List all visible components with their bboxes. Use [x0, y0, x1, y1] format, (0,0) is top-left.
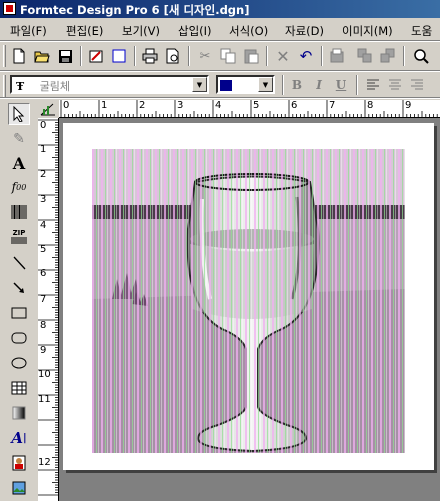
vertical-ruler[interactable]: 0 1 2 3 4 5 6 7 8 9 10 11 12	[38, 118, 59, 501]
ruler-ticks	[60, 100, 438, 117]
ruler-mark: 7	[40, 294, 47, 305]
bold-button[interactable]: B	[288, 76, 306, 94]
align-center-icon[interactable]	[386, 76, 404, 94]
rectangle-tool-icon[interactable]	[8, 302, 30, 324]
italic-button[interactable]: I	[310, 76, 328, 94]
print-icon[interactable]	[140, 46, 160, 66]
menu-help[interactable]: 도움	[411, 23, 432, 39]
ruler-mark: 6	[291, 100, 298, 111]
save-icon[interactable]	[55, 46, 75, 66]
align-right-icon[interactable]	[408, 76, 426, 94]
truetype-icon: Ŧ	[16, 80, 25, 93]
ruler-mark: 7	[329, 100, 336, 111]
barcode-tool-icon[interactable]	[8, 201, 30, 223]
ruler-mark: 12	[38, 457, 51, 468]
menu-file[interactable]: 파일(F)	[10, 23, 47, 39]
ruler-corner[interactable]	[38, 100, 59, 118]
ruler-mark: 2	[40, 169, 47, 180]
chevron-down-icon[interactable]: ▼	[258, 77, 273, 92]
ruler-mark: 9	[40, 345, 47, 356]
menu-bar: 파일(F) 편집(E) 보기(V) 삽입(I) 서식(O) 자료(D) 이미지(…	[0, 20, 440, 39]
title-bar: Formtec Design Pro 6 [새 디자인.dgn]	[0, 0, 440, 18]
select-tool-icon[interactable]	[8, 103, 30, 125]
ruler-mark: 5	[253, 100, 260, 111]
menu-image[interactable]: 이미지(M)	[342, 23, 393, 39]
menu-format[interactable]: 서식(O)	[229, 23, 268, 39]
ruler-mark: 5	[40, 244, 47, 255]
toolbar-grip[interactable]	[3, 75, 6, 97]
group-icon[interactable]	[355, 46, 375, 66]
label-page[interactable]	[63, 123, 434, 470]
chevron-down-icon[interactable]: ▼	[192, 77, 207, 92]
ruler-mark: 0	[40, 120, 47, 131]
font-size-value	[220, 78, 232, 91]
menu-data[interactable]: 자료(D)	[285, 23, 324, 39]
cut-icon[interactable]: ✂	[195, 46, 215, 66]
line-tool-icon[interactable]	[8, 252, 30, 274]
ruler-mark: 11	[38, 394, 51, 405]
ruler-mark: 8	[40, 320, 47, 331]
horizontal-ruler[interactable]: 0 1 2 3 4 5 6 7 8 9	[59, 100, 440, 118]
paste-icon[interactable]	[241, 46, 261, 66]
ruler-mark: 3	[177, 100, 184, 111]
align-left-icon[interactable]	[364, 76, 382, 94]
delete-icon[interactable]: ✕	[273, 46, 293, 66]
text-tool-icon[interactable]: A	[8, 152, 30, 174]
arrow-tool-icon[interactable]	[8, 277, 30, 299]
ruler-mark: 8	[367, 100, 374, 111]
new-icon[interactable]	[9, 46, 29, 66]
ruler-mark: 6	[40, 268, 47, 279]
print-preview-icon[interactable]	[163, 46, 183, 66]
ruler-mark: 4	[215, 100, 222, 111]
zip-tool-icon[interactable]: ZIP	[8, 226, 30, 248]
ellipse-tool-icon[interactable]	[8, 352, 30, 374]
rounded-rectangle-tool-icon[interactable]	[8, 327, 30, 349]
picture-tool-icon[interactable]	[8, 477, 30, 499]
font-size-select[interactable]: ▼	[216, 75, 275, 94]
ungroup-icon[interactable]	[378, 46, 398, 66]
tool-palette: ✎ A f 00 ZIP A |	[0, 100, 37, 501]
table-tool-icon[interactable]	[8, 377, 30, 399]
properties-icon[interactable]	[86, 46, 106, 66]
rectangle-icon[interactable]	[109, 46, 129, 66]
ruler-mark: 1	[40, 144, 47, 155]
rotated-text-tool-icon[interactable]: A |	[8, 427, 30, 449]
ruler-mark: 2	[139, 100, 146, 111]
ruler-mark: 4	[40, 220, 47, 231]
zoom-icon[interactable]	[411, 46, 431, 66]
app-icon	[3, 2, 16, 15]
page-setup-icon[interactable]	[327, 46, 347, 66]
font-name-select[interactable]: Ŧ 굴림체 ▼	[10, 75, 209, 94]
formula-tool-icon[interactable]: f 00	[8, 176, 30, 198]
ruler-mark: 1	[101, 100, 108, 111]
gradient-tool-icon[interactable]	[8, 402, 30, 424]
pen-tool-icon[interactable]: ✎	[8, 128, 30, 150]
copy-icon[interactable]	[218, 46, 238, 66]
ruler-mark: 10	[38, 369, 51, 380]
undo-icon[interactable]: ↶	[296, 46, 316, 66]
font-name-value: Ŧ 굴림체	[16, 80, 71, 93]
format-toolbar: Ŧ 굴림체 ▼ ▼ B I U	[0, 72, 440, 98]
open-icon[interactable]	[32, 46, 52, 66]
menu-view[interactable]: 보기(V)	[122, 23, 160, 39]
main-toolbar: ✂ ✕ ↶	[0, 42, 440, 70]
window-title: Formtec Design Pro 6 [새 디자인.dgn]	[20, 3, 250, 17]
menu-edit[interactable]: 편집(E)	[66, 23, 103, 39]
glass-photo-image[interactable]	[92, 149, 405, 453]
ruler-mark: 3	[40, 194, 47, 205]
design-canvas[interactable]	[59, 118, 440, 501]
toolbar-grip[interactable]	[3, 45, 6, 67]
ruler-mark: 9	[405, 100, 412, 111]
ruler-mark: 0	[63, 100, 70, 111]
image-tool-icon[interactable]	[8, 452, 30, 474]
menu-insert[interactable]: 삽입(I)	[178, 23, 212, 39]
underline-button[interactable]: U	[332, 76, 350, 94]
